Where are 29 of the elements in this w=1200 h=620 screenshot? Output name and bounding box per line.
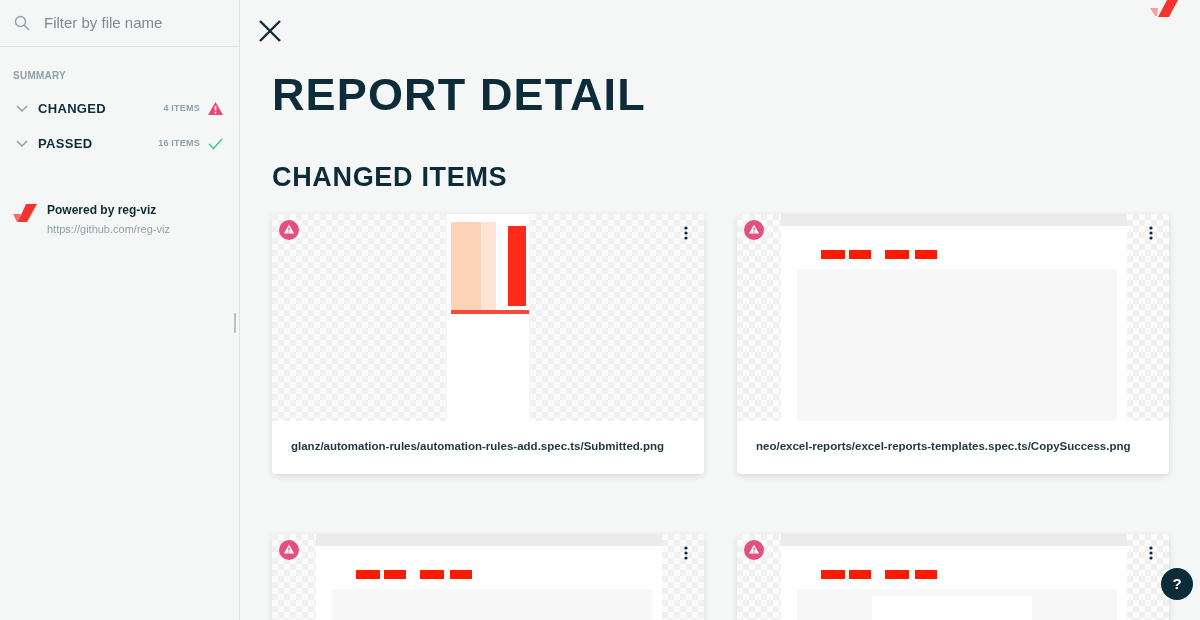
- item-count: 4 ITEMS: [163, 101, 200, 115]
- help-button[interactable]: ?: [1161, 568, 1193, 600]
- more-icon[interactable]: [1149, 226, 1153, 240]
- close-icon[interactable]: [258, 19, 282, 43]
- check-icon: [208, 137, 223, 150]
- report-card[interactable]: glanz/automation-rules/automation-rules-add.spec.ts/Submitted.png: [272, 214, 704, 474]
- more-icon[interactable]: [684, 546, 688, 560]
- warning-badge-icon: [744, 540, 764, 560]
- powered-by-text: Powered by reg-viz: [47, 202, 158, 219]
- item-count: 16 ITEMS: [158, 136, 200, 150]
- section-heading: SUMMARY: [13, 69, 68, 83]
- warning-badge-icon: [279, 220, 299, 240]
- summary-item[interactable]: CHANGED: [38, 98, 106, 119]
- resize-handle[interactable]: [234, 313, 236, 333]
- search-field[interactable]: Filter by file name: [44, 11, 224, 35]
- summary-item[interactable]: PASSED: [38, 133, 93, 154]
- more-icon[interactable]: [1149, 546, 1153, 560]
- logo-icon: [13, 204, 37, 224]
- warning-badge-icon: [279, 540, 299, 560]
- section-title: CHANGED ITEMS: [272, 161, 509, 193]
- page-title: REPORT DETAIL: [272, 69, 647, 121]
- warning-icon: [208, 102, 223, 115]
- search-icon: [14, 15, 30, 31]
- warning-badge-icon: [744, 220, 764, 240]
- more-icon[interactable]: [684, 226, 688, 240]
- file-name: glanz/automation-rules/automation-rules-add.spec.ts/Submitted.png: [291, 439, 665, 455]
- report-card[interactable]: neo/excel-reports/excel-reports-templates.spec.ts/CopySuccess.png: [737, 214, 1169, 474]
- logo-icon: [1150, 0, 1178, 17]
- file-name: neo/excel-reports/excel-reports-templates.spec.ts/CopySuccess.png: [756, 439, 1131, 455]
